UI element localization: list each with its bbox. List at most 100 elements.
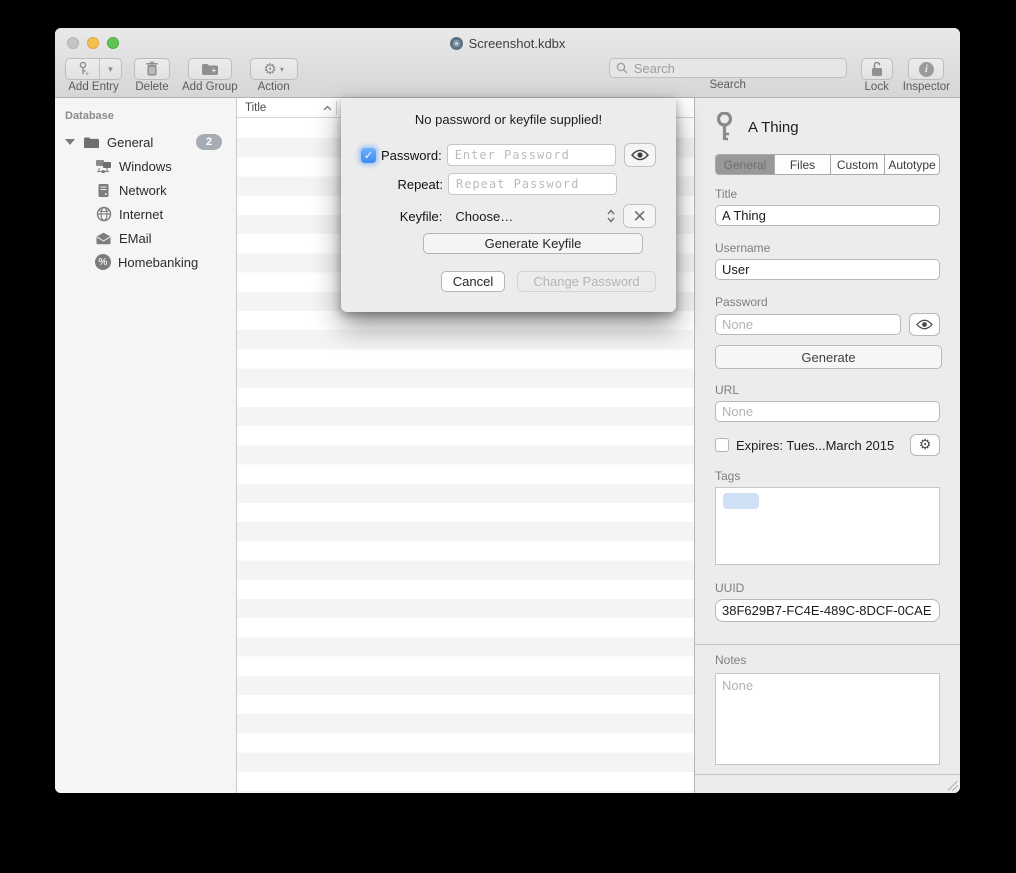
password-field-label: Password	[715, 295, 940, 309]
change-password-sheet: No password or keyfile supplied! ✓ Passw…	[341, 98, 676, 312]
toolbar-right: Search Lock i I	[609, 58, 950, 93]
keyfile-row: Keyfile: Choose… ✕	[361, 204, 656, 228]
search-icon	[616, 62, 628, 74]
tab-custom[interactable]: Custom	[831, 155, 885, 174]
toolbar-add-group: + Add Group	[182, 58, 238, 93]
sheet-repeat-label: Repeat:	[397, 177, 443, 192]
url-field-label: URL	[715, 383, 940, 397]
search-label: Search	[709, 80, 745, 91]
expires-row: Expires: Tues...March 2015 ⚙	[715, 434, 940, 456]
sidebar-item-windows[interactable]: Windows	[55, 154, 236, 178]
close-button[interactable]	[67, 37, 79, 49]
svg-text:+: +	[211, 66, 216, 75]
minimize-button[interactable]	[87, 37, 99, 49]
username-field-label: Username	[715, 241, 940, 255]
sidebar-item-network[interactable]: Network	[55, 178, 236, 202]
action-button[interactable]: ⚙ ▾	[250, 58, 298, 80]
sidebar: Database General 2	[55, 98, 237, 793]
add-group-button[interactable]: +	[188, 58, 232, 80]
gear-icon: ⚙	[919, 438, 932, 453]
tab-autotype[interactable]: Autotype	[885, 155, 939, 174]
sidebar-item-label: EMail	[119, 231, 152, 246]
add-entry-dropdown[interactable]: ▼	[100, 59, 121, 79]
sidebar-item-label: Network	[119, 183, 167, 198]
trash-icon	[145, 61, 159, 77]
expires-checkbox[interactable]	[715, 438, 729, 452]
entry-header: A Thing	[715, 112, 940, 142]
sidebar-item-email[interactable]: EMail	[55, 226, 236, 250]
zoom-button[interactable]	[107, 37, 119, 49]
reveal-password-button[interactable]	[909, 313, 940, 336]
generate-password-button[interactable]: Generate	[715, 345, 942, 369]
password-field[interactable]	[715, 314, 901, 335]
chevron-down-icon: ▾	[280, 65, 284, 74]
info-icon: i	[919, 62, 934, 77]
entry-count-badge: 2	[196, 134, 222, 150]
delete-button[interactable]	[134, 58, 170, 80]
add-entry-label: Add Entry	[68, 82, 119, 93]
toolbar-add-entry: + ▼ Add Entry	[65, 58, 122, 93]
stepper-icon	[607, 209, 615, 223]
tag-chip[interactable]	[723, 493, 759, 509]
app-window: Screenshot.kdbx + ▼ Add Entry	[55, 28, 960, 793]
title-field-label: Title	[715, 187, 940, 201]
folder-icon	[83, 134, 100, 151]
keyfile-selected-value: Choose…	[455, 209, 513, 224]
globe-icon	[95, 206, 112, 223]
inspector-button[interactable]: i	[908, 58, 944, 80]
sidebar-item-label: Internet	[119, 207, 163, 222]
tab-files[interactable]: Files	[775, 155, 831, 174]
bottom-divider	[695, 774, 960, 775]
sidebar-item-label: Homebanking	[118, 255, 198, 270]
change-password-button[interactable]: Change Password	[517, 271, 656, 292]
disclosure-triangle-icon[interactable]	[65, 139, 75, 145]
lock-button[interactable]	[861, 58, 893, 80]
search-field[interactable]	[609, 58, 847, 78]
gear-icon: ⚙	[263, 62, 276, 77]
username-field[interactable]	[715, 259, 940, 280]
svg-text:+: +	[85, 71, 89, 77]
resize-grip[interactable]	[948, 781, 958, 791]
clear-keyfile-button[interactable]: ✕	[623, 204, 656, 228]
search-input[interactable]	[632, 60, 840, 77]
url-field[interactable]	[715, 401, 940, 422]
tab-general[interactable]: General	[716, 155, 775, 174]
entry-title: A Thing	[748, 119, 799, 136]
title-field[interactable]	[715, 205, 940, 226]
notes-label: Notes	[715, 653, 940, 667]
action-label: Action	[258, 82, 290, 93]
add-entry-button[interactable]: + ▼	[65, 58, 122, 80]
add-group-label: Add Group	[182, 82, 238, 93]
sheet-password-label: Password:	[381, 148, 442, 163]
toolbar-search: Search	[609, 58, 847, 91]
repeat-password-input[interactable]	[448, 173, 617, 195]
tags-box[interactable]	[715, 487, 940, 565]
password-checkbox[interactable]: ✓	[361, 148, 376, 163]
window-title-area: Screenshot.kdbx	[450, 36, 566, 51]
uuid-field[interactable]	[715, 599, 940, 622]
close-icon: ✕	[633, 208, 647, 225]
delete-label: Delete	[135, 82, 168, 93]
key-plus-icon[interactable]: +	[66, 59, 100, 79]
sidebar-item-general[interactable]: General 2	[55, 130, 236, 154]
cancel-button[interactable]: Cancel	[441, 271, 505, 292]
section-divider	[695, 644, 960, 645]
notes-field[interactable]	[715, 673, 940, 765]
eye-icon	[916, 319, 933, 330]
reveal-sheet-password-button[interactable]	[624, 143, 656, 167]
keyfile-popup[interactable]: Choose…	[447, 209, 615, 224]
enter-password-input[interactable]	[447, 144, 616, 166]
repeat-row: Repeat:	[361, 173, 656, 195]
inspector-tabs: General Files Custom Autotype	[715, 154, 940, 175]
tags-label: Tags	[715, 469, 940, 483]
sheet-actions: Cancel Change Password	[441, 271, 656, 292]
lock-label: Lock	[865, 82, 889, 93]
check-icon: ✓	[364, 149, 373, 162]
sidebar-item-internet[interactable]: Internet	[55, 202, 236, 226]
column-header-title[interactable]: Title	[237, 102, 336, 114]
percent-icon: %	[95, 254, 111, 270]
workgroup-icon	[95, 158, 112, 175]
expires-settings-button[interactable]: ⚙	[910, 434, 940, 456]
generate-keyfile-button[interactable]: Generate Keyfile	[423, 233, 643, 254]
sidebar-item-homebanking[interactable]: % Homebanking	[55, 250, 236, 274]
